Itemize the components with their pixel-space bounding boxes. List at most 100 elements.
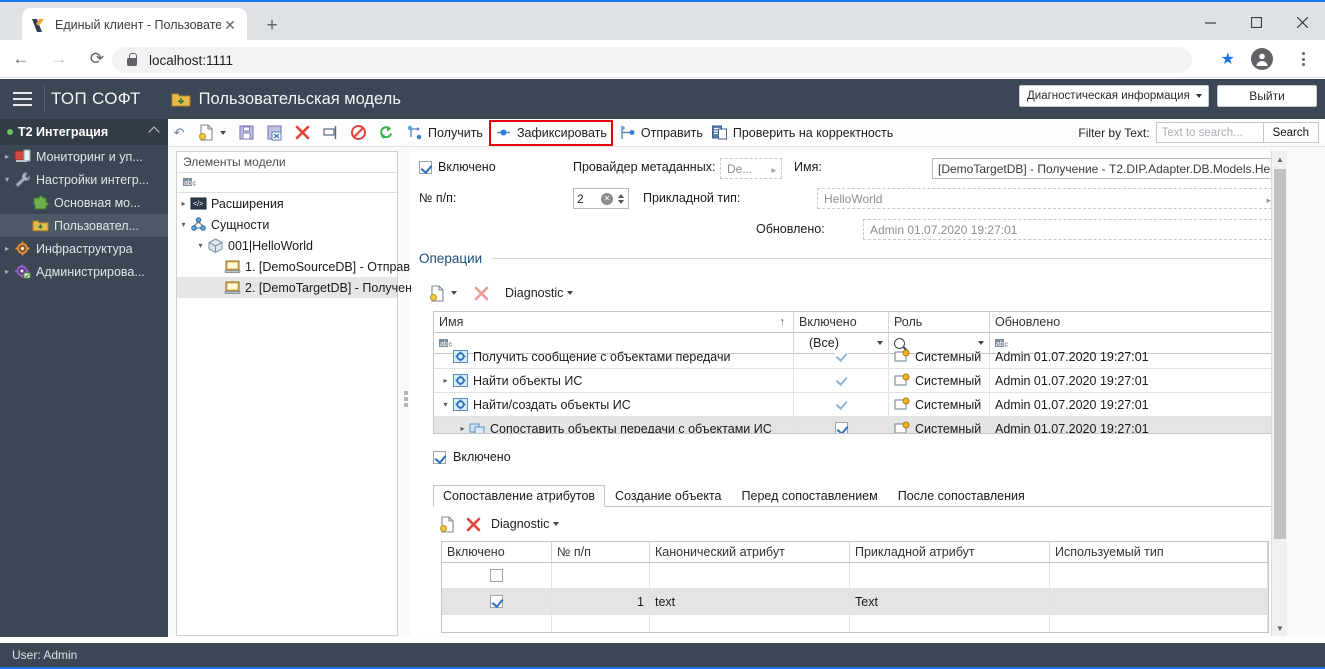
chevron-down-icon[interactable]: ▾ [0, 175, 14, 184]
refresh-button[interactable] [374, 120, 402, 146]
panel-splitter-handle[interactable] [402, 385, 409, 413]
enabled-checkbox[interactable] [419, 160, 432, 174]
new-item-button[interactable] [194, 120, 234, 146]
table-row[interactable]: ▾ Найти/создать объекты ИС Системный Admin … [434, 393, 1276, 417]
operations-delete-icon[interactable] [473, 285, 490, 302]
scroll-up-icon[interactable]: ▲ [1272, 151, 1287, 167]
row-enabled-checkbox[interactable] [834, 422, 848, 433]
stepper-arrows[interactable] [616, 193, 625, 204]
sidebar-item-5[interactable]: ▸ Инфраструктура [0, 237, 168, 260]
cell-enabled[interactable] [442, 563, 552, 588]
table-row[interactable]: 1 text Text [442, 589, 1268, 615]
bookmark-star-icon[interactable]: ★ [1221, 49, 1235, 69]
new-tab-button[interactable]: + [258, 12, 286, 40]
column-header-role[interactable]: Роль [889, 312, 990, 332]
column-header-name[interactable]: Имя ↑ [434, 312, 794, 332]
chevron-right-icon[interactable]: ▸ [0, 267, 14, 276]
chevron-down-icon[interactable]: ▾ [194, 241, 207, 250]
row-enabled-checkbox[interactable] [834, 374, 848, 387]
chevron-down-icon[interactable] [220, 130, 226, 135]
forward-icon[interactable]: → [42, 42, 76, 76]
tree-item-1[interactable]: ▸ </> Расширения [177, 193, 397, 214]
window-maximize-button[interactable] [1233, 2, 1279, 42]
menu-hamburger-icon[interactable] [0, 79, 44, 119]
table-row[interactable] [442, 615, 1268, 632]
save-button[interactable] [234, 120, 262, 146]
save-as-button[interactable] [262, 120, 290, 146]
chevron-right-icon[interactable]: ▸ [0, 244, 14, 253]
tab-2[interactable]: Создание объекта [605, 485, 731, 506]
column-header-enabled[interactable]: Включено [794, 312, 889, 332]
browser-tab[interactable]: Единый клиент - Пользовательс ✕ [22, 8, 247, 42]
column-header-used-type[interactable]: Используемый тип [1050, 542, 1268, 562]
column-header-canonical[interactable]: Канонический атрибут [650, 542, 850, 562]
collapse-button[interactable] [318, 120, 346, 146]
table-row[interactable] [442, 563, 1268, 589]
address-bar[interactable]: localhost:1111 [112, 47, 1192, 73]
cell-enabled[interactable] [794, 417, 889, 433]
search-button[interactable]: Search [1263, 122, 1319, 143]
column-header-updated[interactable]: Обновлено [990, 312, 1276, 332]
browser-menu-icon[interactable] [1291, 47, 1315, 71]
column-header-enabled[interactable]: Включено [442, 542, 552, 562]
cell-enabled[interactable] [442, 589, 552, 614]
validate-button[interactable]: Проверить на корректность [707, 120, 897, 146]
undo-icon[interactable]: ↶ [168, 120, 190, 146]
chevron-right-icon[interactable]: ▸ [439, 376, 452, 385]
chevron-down-icon[interactable]: ▾ [177, 220, 190, 229]
tree-item-3[interactable]: ▾ 001|HelloWorld [177, 235, 397, 256]
search-input[interactable] [1155, 122, 1264, 143]
column-header-applied[interactable]: Прикладной атрибут [850, 542, 1050, 562]
window-minimize-button[interactable] [1187, 2, 1233, 42]
sidebar-item-6[interactable]: ▸ Администрирова... [0, 260, 168, 283]
content-scrollbar[interactable]: ▲ ▼ [1271, 151, 1287, 636]
filter-updated[interactable]: ab c [990, 333, 1276, 353]
tree-item-2[interactable]: ▾ Сущности [177, 214, 397, 235]
tree-item-4[interactable]: 1. [DemoSourceDB] - Отправ [177, 256, 410, 277]
clear-icon[interactable]: ✕ [601, 192, 613, 205]
disable-button[interactable] [346, 120, 374, 146]
commit-button[interactable]: Зафиксировать [488, 119, 613, 146]
chevron-right-icon[interactable]: ▸ [0, 152, 14, 161]
detail-add-icon[interactable] [439, 515, 456, 533]
tree-item-5[interactable]: 2. [DemoTargetDB] - Получен [177, 277, 412, 298]
sequence-stepper[interactable]: 2 ✕ [573, 188, 629, 209]
cell-enabled[interactable] [794, 369, 889, 392]
row-enabled-checkbox[interactable] [490, 595, 503, 608]
scroll-down-icon[interactable]: ▼ [1272, 620, 1287, 636]
operations-diagnostic-dropdown[interactable]: Diagnostic [505, 286, 574, 300]
window-close-button[interactable] [1279, 2, 1325, 42]
row-enabled-checkbox[interactable] [834, 398, 848, 411]
chevron-right-icon[interactable]: ▸ [177, 199, 190, 208]
row-enabled-checkbox[interactable] [490, 569, 503, 582]
filter-name[interactable]: ab c [434, 333, 794, 353]
sidebar-item-4[interactable]: Пользовател... [0, 214, 168, 237]
provider-value[interactable]: De... ▸ [720, 158, 782, 179]
tab-3[interactable]: Перед сопоставлением [732, 485, 888, 506]
sidebar-item-1[interactable]: ▸ Мониторинг и уп... [0, 145, 168, 168]
scrollbar-thumb[interactable] [1274, 169, 1286, 539]
sidebar-section-header[interactable]: Т2 Интеграция [0, 119, 168, 145]
delete-button[interactable] [290, 120, 318, 146]
operations-add-button[interactable] [429, 284, 461, 302]
detail-diagnostic-dropdown[interactable]: Diagnostic [491, 517, 560, 531]
logout-button[interactable]: Выйти [1217, 85, 1317, 107]
receive-button[interactable]: Получить [402, 120, 487, 146]
tab-1[interactable]: Сопоставление атрибутов [433, 485, 606, 507]
profile-avatar-icon[interactable] [1251, 48, 1273, 70]
column-header-seq[interactable]: № п/п [552, 542, 650, 562]
row-enabled-checkbox[interactable] [834, 350, 848, 363]
diagnostic-info-select[interactable]: Диагностическая информация [1019, 85, 1209, 107]
close-tab-icon[interactable]: ✕ [221, 16, 239, 34]
applied-type-value[interactable]: HelloWorld ▸ [817, 188, 1277, 209]
cell-enabled[interactable] [442, 615, 552, 632]
name-input[interactable]: [DemoTargetDB] - Получение - T2.DIP.Adap… [932, 158, 1277, 179]
table-row[interactable]: ▸ Найти объекты ИС Системный Admin 01.07.20… [434, 369, 1276, 393]
detail-enabled-checkbox[interactable] [433, 450, 446, 464]
tab-4[interactable]: После сопоставления [888, 485, 1035, 506]
back-icon[interactable]: ← [4, 42, 38, 76]
reload-icon[interactable]: ⟳ [80, 42, 114, 76]
cell-enabled[interactable] [794, 393, 889, 416]
send-button[interactable]: Отправить [615, 120, 707, 146]
chevron-down-icon[interactable]: ▾ [439, 400, 452, 409]
